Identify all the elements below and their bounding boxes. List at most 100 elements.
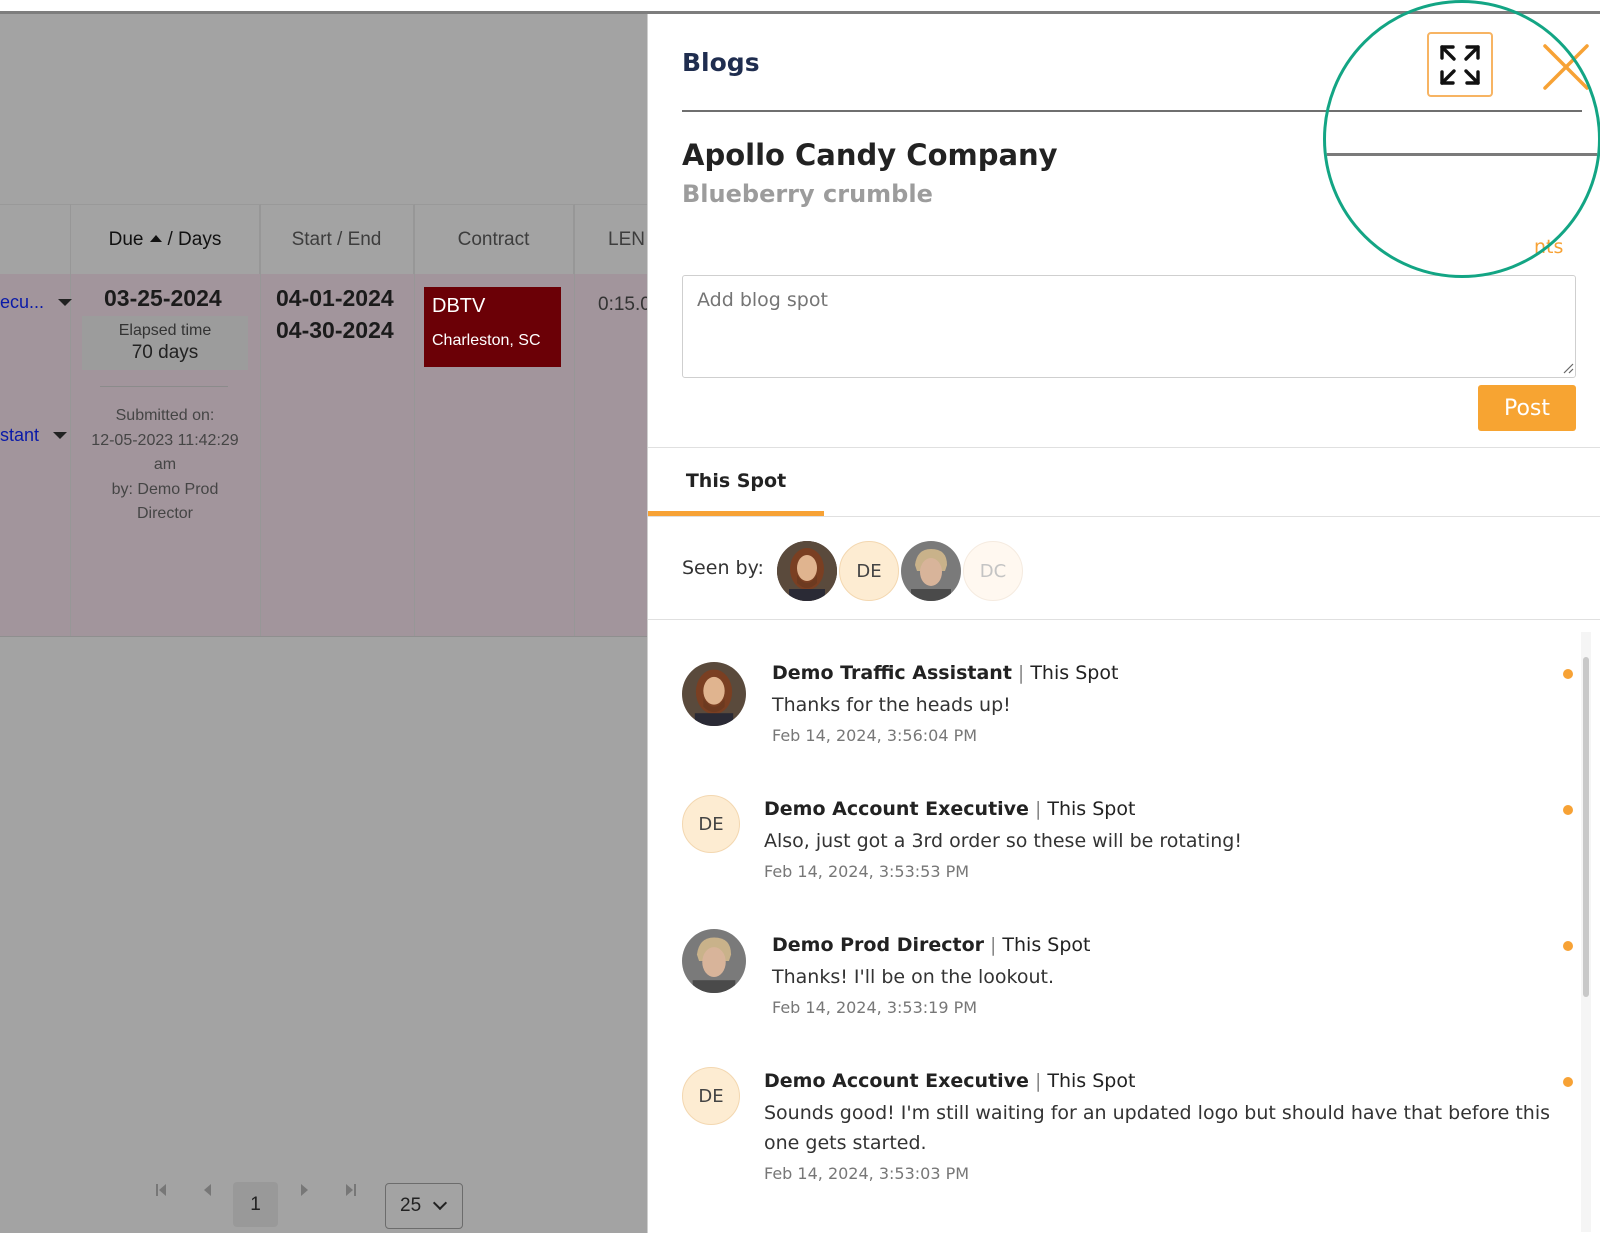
background-page: Due / Days Start / End Contract LEN ecu.… (0, 12, 647, 1233)
caret-down-icon[interactable] (58, 299, 73, 306)
message-context: This Spot (1002, 934, 1091, 956)
message-author-line: Demo Account Executive | This Spot (764, 1070, 1136, 1092)
message-context: This Spot (1047, 1070, 1136, 1092)
contract-badge[interactable]: DBTV Charleston, SC (424, 287, 561, 367)
submitted-by-cont: Director (136, 505, 193, 522)
person-photo-icon (682, 662, 746, 726)
due-date: 03-25-2024 (104, 285, 222, 311)
column-divider (260, 204, 261, 636)
assistant-text: stant (0, 425, 40, 445)
elapsed-label: Elapsed time (118, 322, 212, 339)
chevron-down-icon (433, 1195, 448, 1211)
submitted-by: by: Demo Prod (111, 480, 219, 498)
page-size-value: 25 (400, 1195, 422, 1216)
len-value: 0:15.0 (598, 294, 647, 315)
message-time: Feb 14, 2024, 3:53:03 PM (764, 1164, 970, 1183)
column-divider (574, 204, 575, 636)
tab-this-spot[interactable]: This Spot (648, 448, 824, 514)
message-time: Feb 14, 2024, 3:56:04 PM (772, 726, 978, 745)
message-context: This Spot (1047, 798, 1136, 820)
unread-dot (1563, 941, 1573, 951)
message-author-line: Demo Prod Director | This Spot (772, 934, 1091, 956)
header-len[interactable]: LEN (574, 205, 647, 275)
message-text: Thanks for the heads up! (772, 694, 1011, 716)
message-text: Thanks! I'll be on the lookout. (772, 966, 1055, 988)
submitted-label: Submitted on: (115, 407, 215, 424)
last-page-icon[interactable] (345, 1182, 357, 1198)
message-author: Demo Prod Director (772, 934, 984, 956)
avatar-initials: DE (698, 1085, 724, 1107)
header-cell-empty (0, 205, 71, 275)
current-page[interactable]: 1 (233, 1182, 278, 1227)
start-date: 04-01-2024 (276, 285, 394, 311)
hints-link[interactable]: nts (1534, 236, 1563, 258)
avatar[interactable] (777, 541, 837, 601)
account-exec-text: ecu... (0, 292, 45, 312)
avatar[interactable] (901, 541, 961, 601)
seen-by-label: Seen by: (682, 557, 764, 579)
message-author: Demo Account Executive (764, 798, 1029, 820)
submitted-date: 12-05-2023 11:42:29 (91, 431, 239, 449)
header-due-days[interactable]: Due / Days (71, 205, 260, 275)
resize-grip-icon[interactable] (1562, 362, 1574, 374)
header-due-label: Due (108, 229, 144, 250)
unread-dot (1563, 805, 1573, 815)
header-start-end[interactable]: Start / End (260, 205, 414, 275)
header-contract-label: Contract (457, 229, 530, 250)
person-photo-icon (777, 541, 837, 601)
product-name: Blueberry crumble (682, 180, 933, 208)
contract-location: Charleston, SC (432, 332, 541, 349)
person-photo-icon (682, 929, 746, 993)
avatar-initials: DE (856, 560, 882, 582)
scrollbar-thumb[interactable] (1583, 657, 1589, 997)
sort-asc-icon (149, 234, 162, 242)
title-divider (682, 110, 1582, 112)
blog-input[interactable] (682, 275, 1576, 378)
avatar-initials: DC (979, 560, 1007, 582)
submitted-ampm: am (153, 456, 177, 473)
table-header-row: Due / Days Start / End Contract LEN (0, 204, 647, 275)
header-len-label: LEN (608, 229, 645, 250)
avatar (682, 929, 746, 993)
caret-down-icon[interactable] (53, 432, 68, 439)
expand-button[interactable] (1427, 32, 1493, 97)
elapsed-time-box: Elapsed time 70 days (82, 316, 248, 370)
blogs-drawer: Blogs Apollo Candy Company Blueberry cru… (647, 14, 1600, 1233)
message-text: Sounds good! I'm still waiting for an up… (764, 1102, 1551, 1154)
avatar-initials: DE (698, 813, 724, 835)
seen-by-divider (648, 619, 1600, 620)
message-context: This Spot (1030, 662, 1119, 684)
next-page-icon[interactable] (299, 1182, 309, 1198)
tabs-divider-bottom (648, 516, 1600, 517)
message-time: Feb 14, 2024, 3:53:19 PM (772, 998, 978, 1017)
person-photo-icon (901, 541, 961, 601)
message-text: Also, just got a 3rd order so these will… (764, 830, 1242, 852)
end-date: 04-30-2024 (276, 317, 394, 343)
message-author-line: Demo Traffic Assistant | This Spot (772, 662, 1119, 684)
page-size-select[interactable]: 25 (385, 1183, 463, 1229)
account-exec-link[interactable]: ecu... (0, 292, 73, 313)
message-time: Feb 14, 2024, 3:53:53 PM (764, 862, 970, 881)
avatar[interactable]: DC (963, 541, 1023, 601)
prev-page-icon[interactable] (203, 1182, 213, 1198)
message-author: Demo Account Executive (764, 1070, 1029, 1092)
column-divider (70, 204, 71, 636)
post-button[interactable]: Post (1478, 385, 1576, 431)
avatar (682, 662, 746, 726)
drawer-title: Blogs (682, 48, 760, 77)
message-author: Demo Traffic Assistant (772, 662, 1012, 684)
cell-divider (100, 386, 228, 387)
avatar: DE (682, 1067, 740, 1125)
expand-icon (1440, 44, 1480, 85)
header-contract[interactable]: Contract (414, 205, 574, 275)
header-days-label: / Days (167, 229, 222, 250)
column-divider (414, 204, 415, 636)
unread-dot (1563, 1077, 1573, 1087)
avatar[interactable]: DE (839, 541, 899, 601)
first-page-icon[interactable] (155, 1182, 167, 1198)
assistant-link[interactable]: stant (0, 425, 68, 446)
header-start-end-label: Start / End (291, 229, 382, 250)
close-icon[interactable] (1541, 42, 1591, 92)
contract-name: DBTV (432, 295, 486, 317)
unread-dot (1563, 669, 1573, 679)
